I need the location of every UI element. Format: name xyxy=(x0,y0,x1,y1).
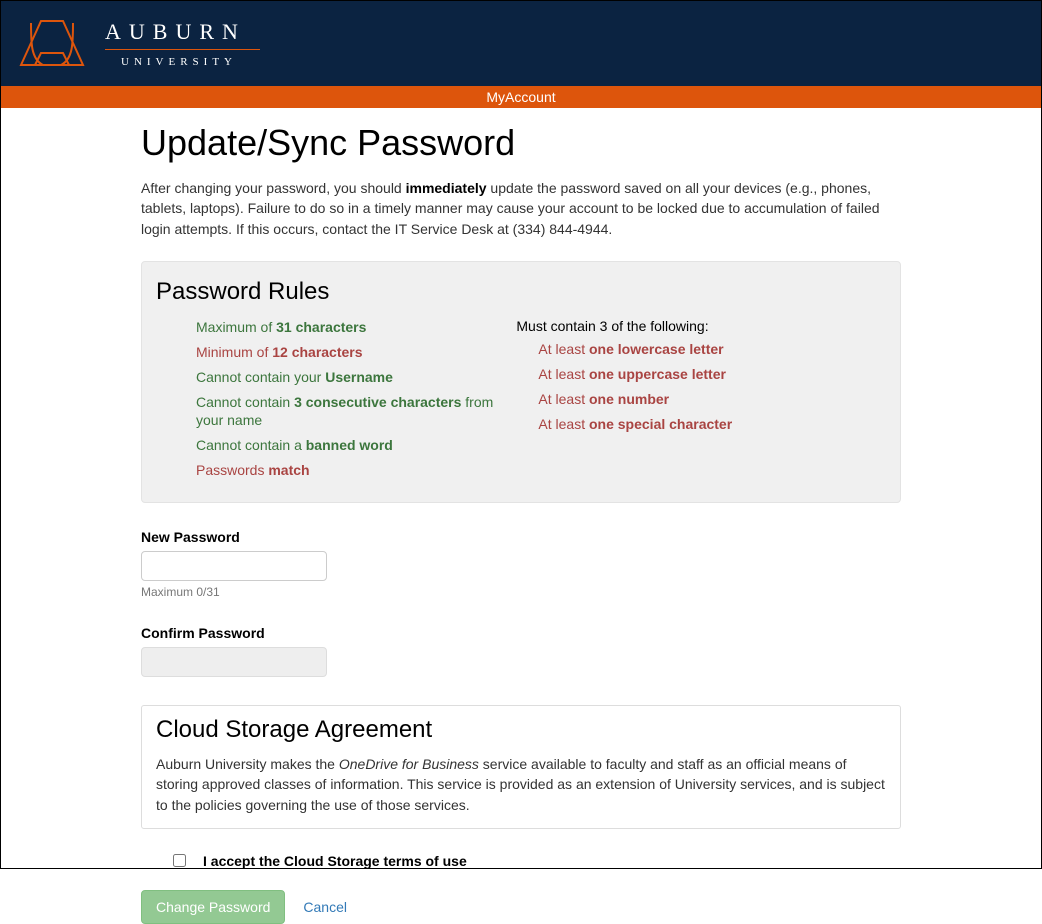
new-password-help: Maximum 0/31 xyxy=(141,585,901,599)
cloud-p1: Auburn University makes the OneDrive for… xyxy=(156,754,886,815)
rule-lower: At least one lowercase letter xyxy=(516,340,886,359)
navbar-myaccount[interactable]: MyAccount xyxy=(1,86,1041,108)
rule-upper: At least one uppercase letter xyxy=(516,365,886,384)
rule-match: Passwords match xyxy=(196,461,506,480)
brand-name: AUBURN xyxy=(105,19,260,45)
page-title: Update/Sync Password xyxy=(141,122,901,164)
intro-text: After changing your password, you should… xyxy=(141,178,901,239)
rule-min: Minimum of 12 characters xyxy=(196,343,506,362)
confirm-password-label: Confirm Password xyxy=(141,625,901,641)
password-rules-panel: Password Rules Maximum of 31 characters … xyxy=(141,261,901,503)
confirm-password-input[interactable] xyxy=(141,647,327,677)
confirm-password-group: Confirm Password xyxy=(141,625,901,677)
new-password-group: New Password Maximum 0/31 xyxy=(141,529,901,599)
accept-label: I accept the Cloud Storage terms of use xyxy=(203,853,467,869)
button-row: Change Password Cancel xyxy=(141,890,901,924)
cloud-heading: Cloud Storage Agreement xyxy=(156,716,886,744)
navbar-title: MyAccount xyxy=(486,89,555,105)
accept-row: I accept the Cloud Storage terms of use xyxy=(141,851,901,870)
brand-divider xyxy=(105,49,260,50)
rules-subhead: Must contain 3 of the following: xyxy=(516,318,886,334)
brand-sub: UNIVERSITY xyxy=(105,56,260,68)
rule-consec: Cannot contain 3 consecutive characters … xyxy=(196,393,506,431)
rules-heading: Password Rules xyxy=(156,278,886,306)
rule-banned: Cannot contain a banned word xyxy=(196,436,506,455)
rule-username: Cannot contain your Username xyxy=(196,368,506,387)
rule-max: Maximum of 31 characters xyxy=(196,318,506,337)
rules-right-col: Must contain 3 of the following: At leas… xyxy=(506,318,886,486)
new-password-input[interactable] xyxy=(141,551,327,581)
site-header: AUBURN UNIVERSITY xyxy=(1,1,1041,86)
rule-number: At least one number xyxy=(516,390,886,409)
au-logo-icon xyxy=(13,13,91,75)
rules-left-col: Maximum of 31 characters Minimum of 12 c… xyxy=(156,318,506,486)
accept-checkbox[interactable] xyxy=(173,854,186,867)
brand-text: AUBURN UNIVERSITY xyxy=(105,19,260,68)
new-password-label: New Password xyxy=(141,529,901,545)
rule-special: At least one special character xyxy=(516,415,886,434)
main-container: Update/Sync Password After changing your… xyxy=(141,108,901,924)
cloud-agreement-box[interactable]: Cloud Storage Agreement Auburn Universit… xyxy=(141,705,901,829)
change-password-button[interactable]: Change Password xyxy=(141,890,285,924)
brand-logo[interactable]: AUBURN UNIVERSITY xyxy=(13,13,260,75)
cancel-link[interactable]: Cancel xyxy=(303,899,347,915)
